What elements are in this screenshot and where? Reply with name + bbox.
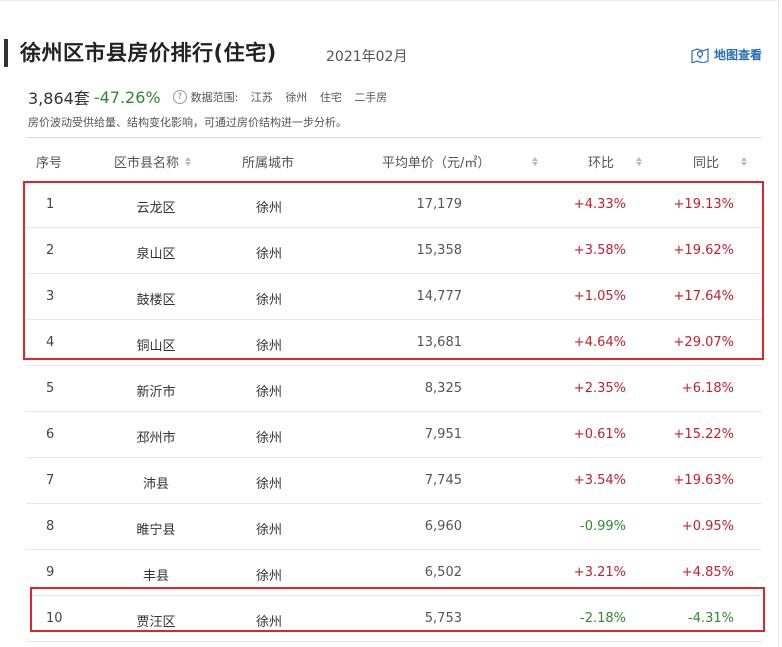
cell-yoy: +19.63% (673, 473, 734, 488)
cell-price: 6,960 (424, 519, 462, 534)
col-header-index: 序号 (36, 152, 62, 171)
cell-city: 徐州 (256, 569, 283, 584)
cell-district: 丰县 (142, 569, 169, 584)
col-header-label: 序号 (36, 156, 63, 171)
cell-yoy: +6.18% (681, 381, 734, 396)
cell-mom: +2.35% (573, 381, 626, 396)
col-header-label: 区市县名称 (114, 156, 180, 171)
listing-change: -47.26% (93, 87, 161, 107)
col-header-label: 同比 (693, 156, 720, 171)
sort-icon[interactable] (185, 157, 192, 166)
cell-index: 9 (46, 565, 55, 580)
page-title: 徐州区市县房价排行(住宅) (20, 41, 277, 65)
sort-icon[interactable] (532, 157, 539, 166)
cell-district: 邳州市 (136, 431, 176, 446)
map-view-label: 地图查看 (714, 48, 763, 62)
listing-count: 3,864套 (28, 89, 90, 108)
cell-yoy: +4.85% (681, 565, 734, 580)
col-header-city: 所属城市 (242, 152, 294, 171)
cell-price: 6,502 (424, 565, 462, 580)
col-header-label: 所属城市 (242, 156, 295, 171)
cell-yoy: +0.95% (681, 519, 734, 534)
cell-index: 7 (46, 473, 55, 488)
cell-index: 5 (46, 381, 55, 396)
highlight-box-row10 (30, 587, 765, 632)
col-header-label: 环比 (588, 156, 615, 171)
cell-city: 徐州 (256, 431, 283, 446)
map-pin-icon (691, 47, 709, 63)
scope-item: 徐州 (285, 91, 308, 104)
cell-mom: +3.21% (573, 565, 626, 580)
cell-mom: +0.61% (573, 427, 626, 442)
col-header-district[interactable]: 区市县名称 (114, 152, 192, 171)
scope-label: 数据范围: (190, 91, 239, 104)
help-icon[interactable]: ? (172, 90, 187, 104)
cell-price: 7,951 (424, 427, 462, 442)
cell-city: 徐州 (256, 523, 283, 538)
cell-price: 8,325 (424, 381, 462, 396)
cell-city: 徐州 (256, 477, 283, 492)
scope-item: 江苏 (250, 91, 273, 104)
table-header: 序号 区市县名称 所属城市 平均单价（元/㎡） 环比 同比 (26, 138, 762, 182)
summary-line: 3,864套 -47.26% ? 数据范围: 江苏 徐州 住宅 二手房 (28, 85, 396, 109)
ranking-panel: 徐州区市县房价排行(住宅) 2021年02月 地图查看 3,864套 -47.2… (0, 0, 779, 647)
period-label: 2021年02月 (326, 49, 408, 65)
cell-mom: +3.54% (573, 473, 626, 488)
table-row[interactable]: 5 新沂市 徐州 8,325 +2.35% +6.18% (26, 366, 762, 412)
table-row[interactable]: 8 睢宁县 徐州 6,960 -0.99% +0.95% (26, 504, 762, 550)
cell-district: 沛县 (142, 477, 169, 492)
cell-index: 6 (46, 427, 55, 442)
cell-district: 新沂市 (136, 385, 176, 400)
sort-icon[interactable] (741, 157, 748, 166)
highlight-box-top4 (23, 181, 764, 360)
cell-yoy: +15.22% (673, 427, 734, 442)
title-accent-bar (4, 39, 8, 67)
sort-icon[interactable] (636, 157, 643, 166)
scope-info: 数据范围: 江苏 徐州 住宅 二手房 (191, 89, 397, 105)
col-header-mom[interactable]: 环比 (588, 152, 643, 171)
table-row[interactable]: 7 沛县 徐州 7,745 +3.54% +19.63% (26, 458, 762, 504)
table-row[interactable]: 6 邳州市 徐州 7,951 +0.61% +15.22% (26, 412, 762, 458)
cell-district: 睢宁县 (136, 523, 176, 538)
col-header-yoy[interactable]: 同比 (693, 152, 748, 171)
scope-item: 二手房 (354, 91, 388, 104)
price-note: 房价波动受供给量、结构变化影响，可通过房价结构进一步分析。 (28, 116, 347, 129)
cell-mom: -0.99% (580, 519, 626, 534)
map-view-link[interactable]: 地图查看 (691, 46, 762, 63)
cell-index: 8 (46, 519, 55, 534)
scope-item: 住宅 (319, 91, 342, 104)
col-header-label: 平均单价（元/㎡） (382, 156, 491, 171)
cell-price: 7,745 (424, 473, 462, 488)
col-header-price[interactable]: 平均单价（元/㎡） (382, 152, 539, 171)
cell-city: 徐州 (256, 385, 283, 400)
